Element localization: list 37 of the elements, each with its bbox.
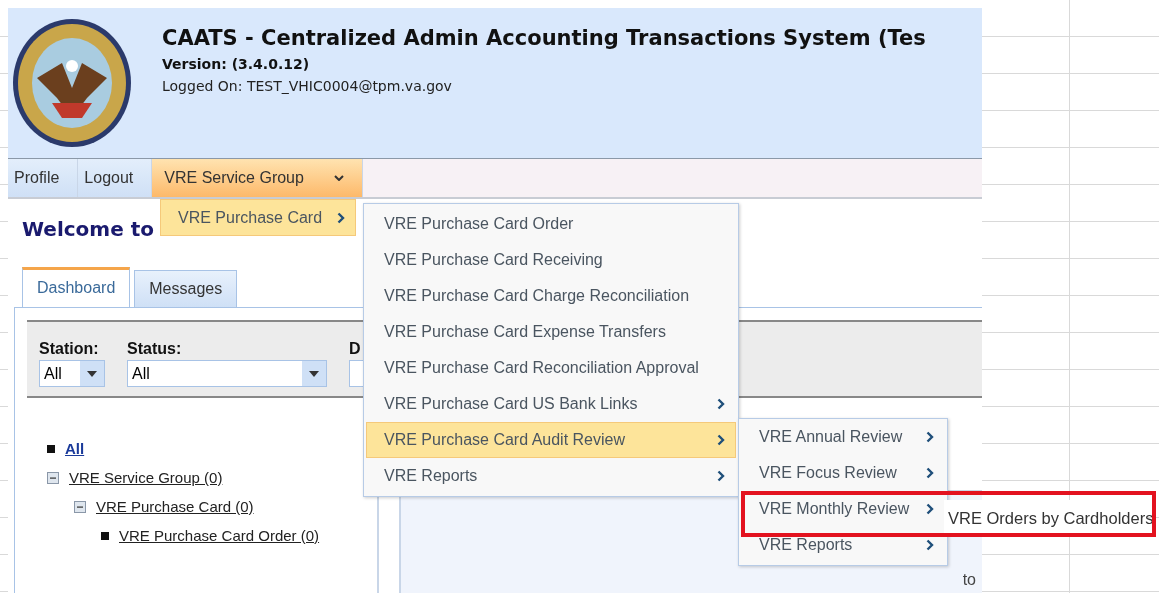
filter-label: Status: (127, 340, 183, 358)
menu-item[interactable]: VRE Purchase Card Receiving (366, 242, 736, 278)
caret-icon (333, 175, 344, 181)
version-label: Version: (3.4.0.12) (162, 56, 311, 72)
filter-label: Station: (39, 340, 100, 358)
logged-on-label: Logged On: TEST_VHIC0004@tpm.va.gov (162, 78, 453, 94)
nav-item[interactable]: Logout (78, 159, 153, 197)
filter-select[interactable]: All (127, 360, 327, 387)
caret-icon (309, 370, 319, 377)
filter-label: D (349, 340, 362, 358)
app-title: CAATS - Centralized Admin Accounting Transactions System (Tes (162, 26, 926, 50)
menu-item[interactable]: VRE Purchase Card Order (366, 206, 736, 242)
welcome-heading: Welcome to (21, 217, 155, 243)
grid-note: to (962, 571, 976, 589)
menu-item[interactable]: VRE Purchase Card Expense Transfers (366, 314, 736, 350)
tree-link[interactable]: VRE Purchase Card Order (0) (119, 527, 320, 544)
menu-item[interactable]: VRE Purchase Card Audit Review (366, 422, 736, 458)
tab[interactable]: Messages (134, 270, 238, 307)
menu-item[interactable]: VRE Annual Review (741, 421, 945, 453)
tab[interactable]: Dashboard (22, 267, 131, 307)
menu-item[interactable]: VRE Reports (366, 458, 736, 494)
tree-link[interactable]: All (65, 440, 85, 457)
menu-item[interactable]: VRE Focus Review (741, 457, 945, 489)
bullet-icon (101, 531, 109, 540)
tree-link[interactable]: VRE Purchase Card (0) (96, 498, 254, 515)
tree-link[interactable]: VRE Service Group (0) (69, 469, 223, 486)
menu-item[interactable]: VRE Purchase Card Charge Reconciliation (366, 278, 736, 314)
menu-item[interactable]: VRE Purchase Card US Bank Links (366, 386, 736, 422)
caret-icon (87, 370, 97, 377)
bullet-icon (47, 444, 55, 453)
menu-item[interactable]: VRE Purchase Card (160, 199, 356, 236)
nav-item[interactable]: Profile (8, 159, 79, 197)
collapse-icon[interactable] (74, 500, 86, 513)
nav-item[interactable]: VRE Service Group (152, 159, 363, 197)
filter-select[interactable]: All (39, 360, 105, 387)
menu-item[interactable]: VRE Purchase Card Reconciliation Approval (366, 350, 736, 386)
collapse-icon[interactable] (47, 471, 59, 484)
